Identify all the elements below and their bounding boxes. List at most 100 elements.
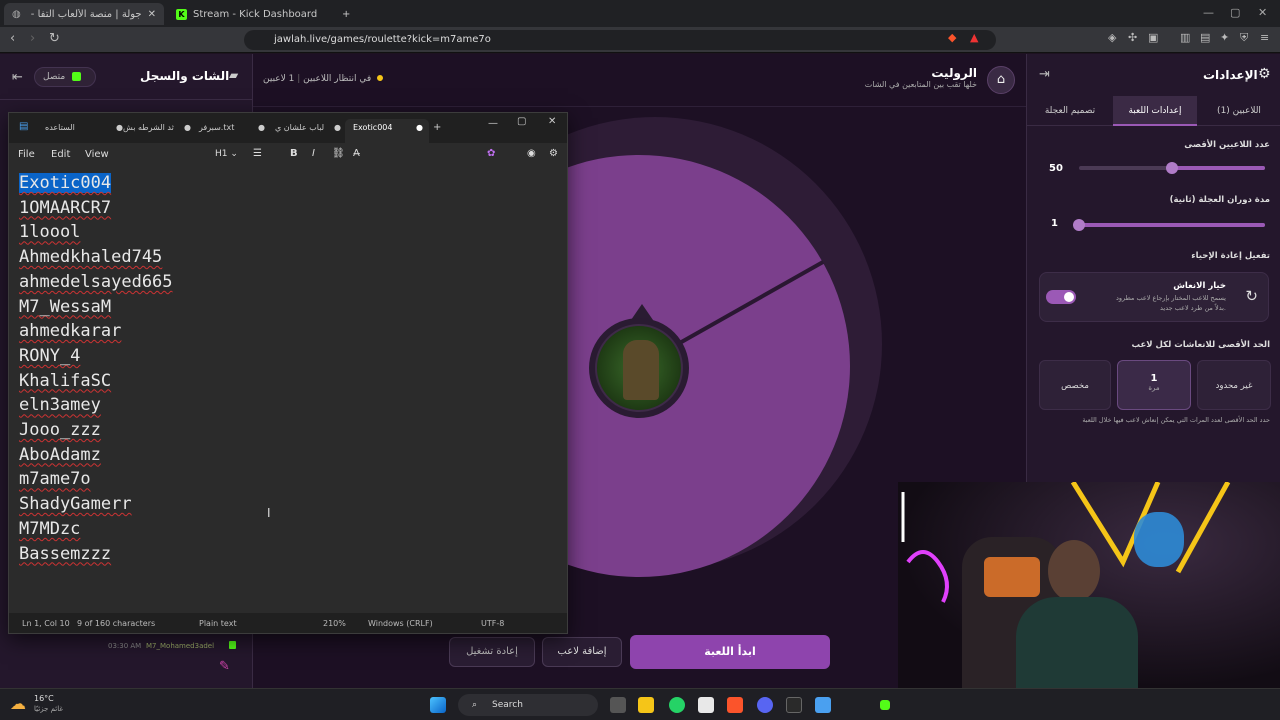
- terminal-icon[interactable]: [786, 697, 802, 713]
- tray-icon[interactable]: [880, 700, 890, 710]
- notepad-line-text: Exotic004: [19, 173, 112, 193]
- notepad-tab[interactable]: لباب علشان ي ●: [267, 119, 347, 143]
- forward-icon[interactable]: ›: [30, 31, 35, 46]
- max-players-value: 50: [1049, 163, 1063, 174]
- sidebar-icon[interactable]: ▥: [1180, 31, 1190, 44]
- slider-knob[interactable]: [1073, 219, 1085, 231]
- copilot-icon[interactable]: ✿: [487, 148, 495, 159]
- restart-button[interactable]: إعادة تشغيل: [449, 637, 535, 667]
- notepad-line: RONY_4: [19, 344, 173, 369]
- revive-toggle[interactable]: [1046, 290, 1076, 304]
- back-icon[interactable]: ‹: [10, 31, 15, 46]
- close-icon[interactable]: ✕: [148, 9, 156, 20]
- maximize-icon[interactable]: ▢: [1230, 6, 1240, 19]
- pen-icon[interactable]: ✎: [219, 659, 230, 674]
- close-window-icon[interactable]: ✕: [1258, 6, 1267, 19]
- unsaved-dot-icon: ●: [184, 123, 191, 132]
- tab-icon[interactable]: ▤: [1200, 31, 1210, 44]
- home-icon[interactable]: ⌂: [987, 66, 1015, 94]
- notepad-text-area[interactable]: Exotic004 1OMAARCR7 1loool Ahmedkhaled745 ah…: [19, 171, 173, 566]
- settings-icon[interactable]: ⚙: [549, 148, 558, 159]
- slider-fill: [1079, 223, 1265, 227]
- address-bar[interactable]: jawlah.live/games/roulette?kick=m7ame7o: [244, 30, 996, 50]
- max-players-slider[interactable]: [1079, 162, 1265, 174]
- whatsapp-icon[interactable]: [669, 697, 685, 713]
- notepad-tab-active[interactable]: Exotic004 ●: [345, 119, 429, 143]
- puzzle-icon[interactable]: ✣: [1128, 31, 1137, 44]
- notepad-tab-title: الستاعده: [45, 123, 75, 132]
- notepad-line-text: M7MDzc: [19, 518, 81, 539]
- restart-label: إعادة تشغيل: [466, 646, 518, 657]
- reload-icon[interactable]: ↻: [49, 31, 60, 46]
- chat-title: الشات والسجل: [140, 69, 230, 83]
- heading-label: H1: [215, 149, 228, 159]
- brave-icon[interactable]: [727, 697, 743, 713]
- notepad-line: ShadyGamerr: [19, 492, 173, 517]
- heading-dropdown[interactable]: H1 ⌄: [215, 149, 238, 159]
- taskbar-search[interactable]: ⌕ Search: [458, 694, 598, 716]
- slider-knob[interactable]: [1166, 162, 1178, 174]
- start-game-button[interactable]: ابدأ اللعبة: [630, 635, 830, 669]
- collapse-panel-icon[interactable]: ⇤: [12, 70, 23, 85]
- menu-edit[interactable]: Edit: [51, 149, 70, 160]
- notepad-taskbar-icon[interactable]: [698, 697, 714, 713]
- neon-mask-icon: [1134, 512, 1184, 567]
- revive-one-button[interactable]: 1 مرة: [1117, 360, 1191, 410]
- avatar-figure: [623, 340, 659, 400]
- list-icon[interactable]: ☰: [253, 148, 262, 159]
- browser-toolbar: ‹ › ↻ ⊡ jawlah.live/games/roulette?kick=…: [0, 27, 1280, 53]
- italic-icon[interactable]: I: [312, 148, 315, 159]
- minimize-icon[interactable]: —: [1203, 6, 1214, 19]
- menu-file[interactable]: File: [18, 149, 35, 160]
- notepad-line-text: eln3amey: [19, 395, 101, 416]
- browser-tab-jawlah[interactable]: ◍ جولة | منصة الألعاب التفا - Jawlah ✕: [4, 3, 164, 25]
- notepad-tab-title: لباب علشان ي: [275, 123, 325, 132]
- menu-view[interactable]: View: [85, 149, 109, 160]
- account-icon[interactable]: ◉: [527, 148, 536, 159]
- leo-icon[interactable]: ✦: [1220, 31, 1229, 44]
- task-view-icon[interactable]: [610, 697, 626, 713]
- streamer-body: [1016, 597, 1138, 688]
- weather-icon: ☁: [10, 694, 26, 713]
- notepad-line: 1OMAARCR7: [19, 196, 173, 221]
- add-player-button[interactable]: إضافة لاعب: [542, 637, 622, 667]
- bold-icon[interactable]: B: [290, 148, 298, 159]
- tab-players[interactable]: اللاعبين (1): [1197, 96, 1280, 126]
- notepad-tab[interactable]: ثد الشرطه بش ●: [115, 119, 197, 143]
- notepad-tab[interactable]: سبرفر.txt ●: [191, 119, 271, 143]
- notepad-line: Bassemzzz: [19, 542, 173, 567]
- maximize-icon[interactable]: ▢: [517, 116, 526, 127]
- wallet-icon[interactable]: ▣: [1148, 31, 1158, 44]
- windows-taskbar: ☁ 16°C غائم جزئيًا ⌕ Search: [0, 688, 1280, 720]
- clear-format-icon[interactable]: A̶: [353, 148, 360, 159]
- collapse-settings-icon[interactable]: ⇥: [1039, 67, 1050, 82]
- start-menu-icon[interactable]: [430, 697, 446, 713]
- revive-option-desc: بدلاً من طرد لاعب جديد.: [1160, 304, 1226, 312]
- tab-wheel-design[interactable]: تصميم العجلة: [1027, 96, 1113, 126]
- vpn-icon[interactable]: ⛨: [1240, 31, 1248, 45]
- spin-duration-label: مدة دوران العجلة (ثانية): [1169, 195, 1270, 205]
- start-label: ابدأ اللعبة: [704, 645, 756, 658]
- tab-game-settings[interactable]: إعدادات اللعبة: [1113, 96, 1197, 126]
- discord-icon[interactable]: [757, 697, 773, 713]
- minimize-icon[interactable]: —: [488, 118, 498, 129]
- notepad-status-bar: Ln 1, Col 10 9 of 160 characters Plain t…: [9, 613, 567, 633]
- extension-icon[interactable]: ◈: [1108, 31, 1116, 44]
- brave-shield-icon[interactable]: ◆: [948, 31, 956, 44]
- notepad-line: AboAdamz: [19, 443, 173, 468]
- notepad-tab-bar: ▤ الستاعده ● ثد الشرطه بش ● سبرفر.txt ● لبا…: [9, 113, 567, 143]
- new-tab-button[interactable]: +: [334, 3, 358, 25]
- brave-rewards-icon[interactable]: ▲: [970, 31, 978, 44]
- revive-custom-button[interactable]: مخصص: [1039, 360, 1111, 410]
- close-icon[interactable]: ✕: [548, 116, 556, 127]
- notepad-line: eln3amey: [19, 393, 173, 418]
- connection-status-badge: متصل: [34, 67, 96, 87]
- add-tab-icon[interactable]: +: [433, 122, 441, 133]
- notepad-active-icon[interactable]: [815, 697, 831, 713]
- browser-tab-kick[interactable]: K Stream - Kick Dashboard: [168, 3, 333, 25]
- menu-icon[interactable]: ≡: [1260, 31, 1269, 44]
- link-icon[interactable]: ⛓: [332, 148, 345, 159]
- file-explorer-icon[interactable]: [638, 697, 654, 713]
- revive-unlimited-button[interactable]: غير محدود: [1197, 360, 1271, 410]
- spin-duration-slider[interactable]: [1073, 219, 1265, 231]
